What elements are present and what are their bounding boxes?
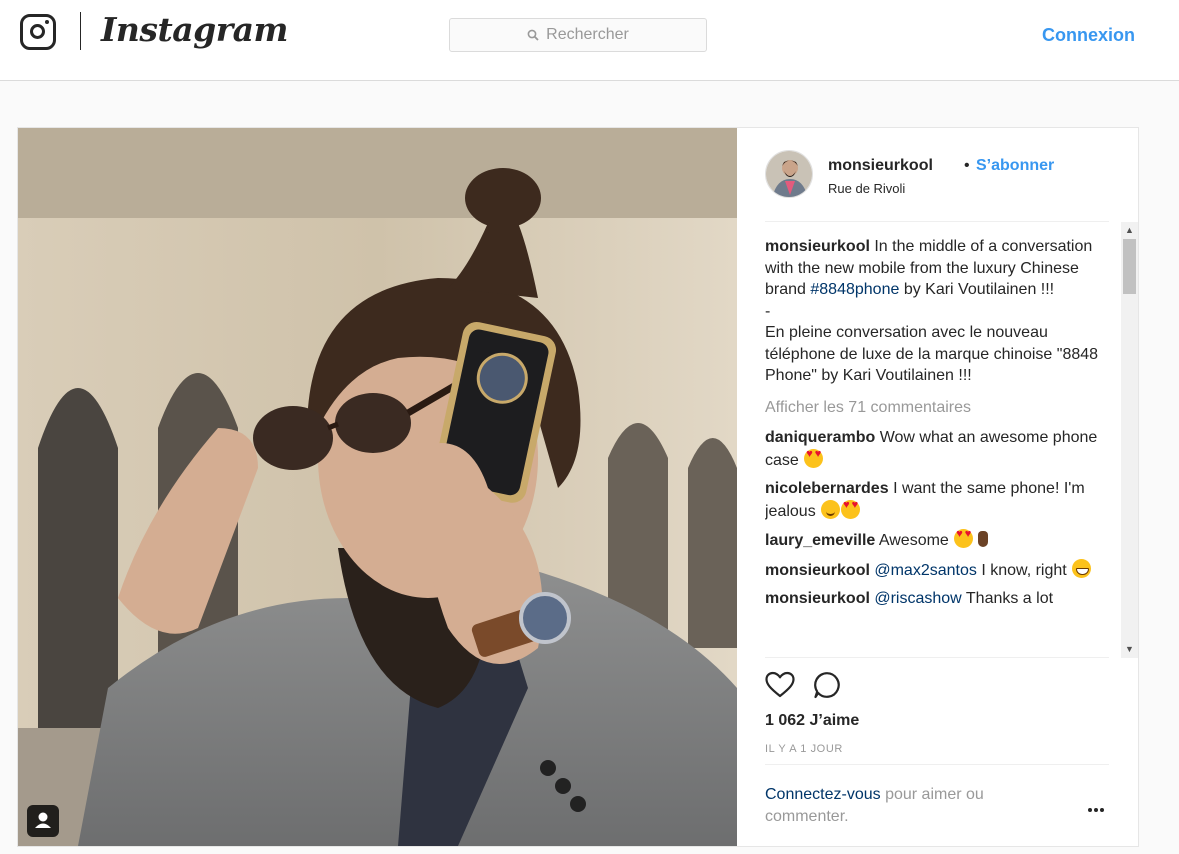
view-all-comments-link[interactable]: Afficher les 71 commentaires [765, 397, 1105, 419]
post-caption: monsieurkool In the middle of a conversa… [765, 236, 1105, 387]
post-photo-illustration [18, 128, 737, 846]
login-prompt-link[interactable]: Connectez-vous [765, 786, 881, 803]
scrollbar-thumb[interactable] [1123, 239, 1136, 294]
user-tag-icon[interactable] [27, 805, 59, 837]
login-link[interactable]: Connexion [1042, 25, 1135, 46]
search-input[interactable]: Rechercher [449, 18, 707, 52]
heart-eyes-emoji [841, 499, 861, 519]
comment-username[interactable]: laury_emeville [765, 532, 875, 549]
comment-mention[interactable]: @riscashow [874, 590, 961, 607]
avatar[interactable] [765, 150, 813, 198]
likes-count[interactable]: 1 062 J’aime [765, 712, 859, 730]
post-timestamp: IL Y A 1 JOUR [765, 743, 843, 755]
comment-mention[interactable]: @max2santos [874, 562, 977, 579]
author-username[interactable]: monsieurkool [828, 157, 933, 175]
caption-text-end: by Kari Voutilainen !!! [903, 281, 1055, 298]
post-photo[interactable] [18, 128, 737, 846]
comment-item: daniquerambo Wow what an awesome phone c… [765, 427, 1105, 471]
scroll-down-arrow-icon[interactable]: ▼ [1121, 641, 1138, 658]
comments-scrollbar[interactable]: ▲ ▼ [1121, 222, 1138, 658]
post-sidebar: monsieurkool • S’abonner Rue de Rivoli m… [737, 128, 1139, 846]
comment-username[interactable]: daniquerambo [765, 429, 875, 446]
scroll-up-arrow-icon[interactable]: ▲ [1121, 222, 1138, 239]
username-separator: • [964, 157, 970, 174]
login-prompt: Connectez-vous pour aimer ou commenter. [765, 784, 1025, 828]
comment-username[interactable]: monsieurkool [765, 590, 870, 607]
caption-username[interactable]: monsieurkool [765, 238, 870, 255]
comment-bubble-icon[interactable] [813, 671, 841, 699]
follow-button[interactable]: S’abonner [976, 157, 1054, 175]
footer-divider [765, 764, 1109, 765]
post-card: monsieurkool • S’abonner Rue de Rivoli m… [17, 127, 1139, 847]
comment-text: Awesome [878, 532, 949, 549]
heart-eyes-emoji [954, 529, 974, 548]
smiling-emoji [821, 499, 841, 519]
post-actions: 1 062 J’aime IL Y A 1 JOUR [765, 657, 1109, 772]
caption-hashtag[interactable]: #8848phone [810, 281, 899, 298]
comment-item: monsieurkool @riscashow Thanks a lot [765, 588, 1105, 610]
comment-item: laury_emeville Awesome [765, 529, 1105, 552]
comment-item: monsieurkool @max2santos I know, right [765, 558, 1105, 582]
grinning-emoji [1072, 558, 1092, 578]
comment-username[interactable]: monsieurkool [765, 562, 870, 579]
comment-text: Thanks a lot [965, 590, 1054, 607]
post-location[interactable]: Rue de Rivoli [828, 181, 905, 196]
comment-text: I know, right [981, 561, 1067, 579]
search-placeholder: Rechercher [546, 26, 629, 43]
ok-hand-emoji [974, 529, 993, 548]
comment-item: nicolebernardes I want the same phone! I… [765, 478, 1105, 522]
more-options-icon[interactable] [1088, 805, 1108, 815]
instagram-wordmark[interactable]: Instagram [101, 10, 288, 49]
heart-eyes-emoji [804, 448, 824, 468]
heart-outline-icon[interactable] [765, 671, 795, 699]
comments-list[interactable]: monsieurkool In the middle of a conversa… [765, 236, 1105, 657]
logo-divider [80, 12, 81, 50]
top-navigation-bar: Instagram Rechercher Connexion [0, 0, 1179, 81]
search-icon [527, 29, 539, 41]
caption-french: En pleine conversation avec le nouveau t… [765, 324, 1099, 384]
comment-username[interactable]: nicolebernardes [765, 480, 889, 497]
post-author-header: monsieurkool • S’abonner Rue de Rivoli [765, 150, 1109, 222]
caption-dash: - [765, 302, 771, 320]
instagram-camera-icon[interactable] [20, 14, 56, 50]
